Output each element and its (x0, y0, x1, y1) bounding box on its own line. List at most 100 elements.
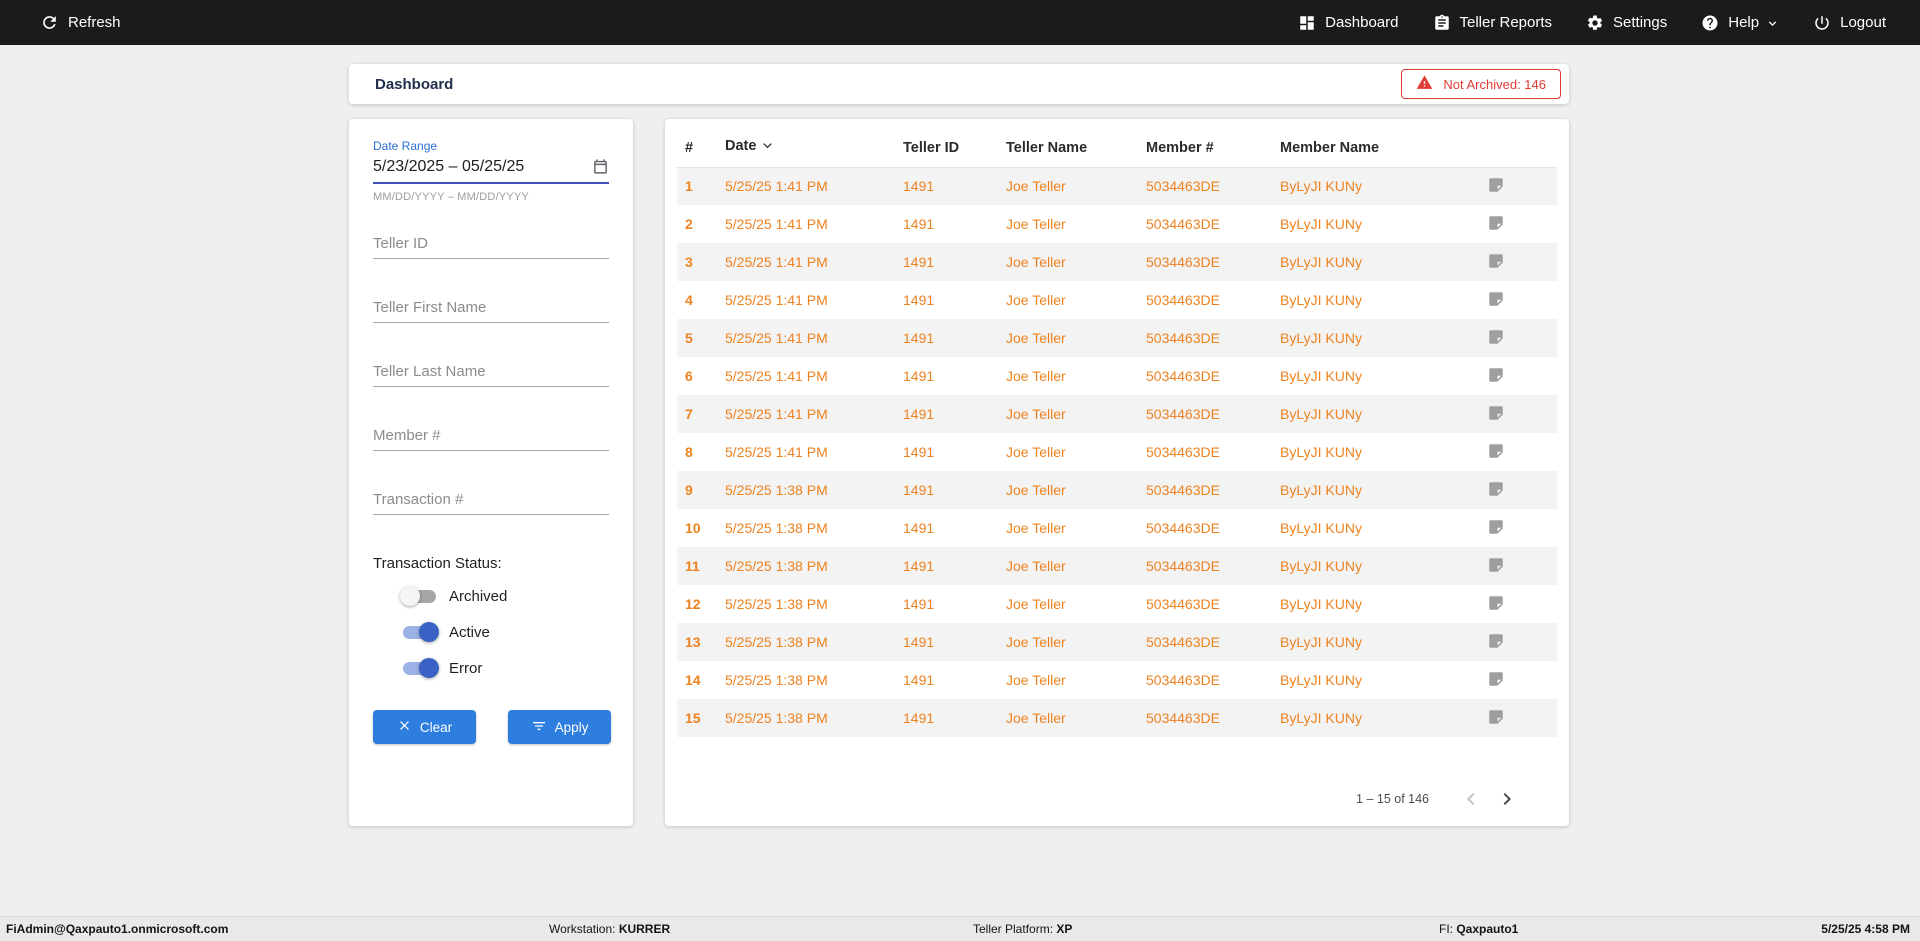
cell-member-num: 5034463DE (1146, 330, 1220, 346)
cell-member-name: ByLyJI KUNy (1280, 406, 1362, 422)
table-body: 1 5/25/25 1:41 PM 1491 Joe Teller 503446… (677, 167, 1557, 737)
column-header-num[interactable]: # (677, 129, 717, 168)
note-icon[interactable] (1487, 328, 1505, 349)
status-bar: FiAdmin@Qaxpauto1.onmicrosoft.com Workst… (0, 916, 1920, 941)
cell-date: 5/25/25 1:38 PM (725, 482, 828, 498)
nav-teller-reports-label: Teller Reports (1459, 14, 1553, 31)
active-toggle-switch[interactable] (403, 621, 439, 642)
calendar-icon[interactable] (592, 158, 609, 180)
table-row[interactable]: 1 5/25/25 1:41 PM 1491 Joe Teller 503446… (677, 167, 1557, 205)
column-header-teller-id[interactable]: Teller ID (895, 129, 998, 168)
table-row[interactable]: 9 5/25/25 1:38 PM 1491 Joe Teller 503446… (677, 471, 1557, 509)
table-row[interactable]: 13 5/25/25 1:38 PM 1491 Joe Teller 50344… (677, 623, 1557, 661)
nav-settings[interactable]: Settings (1586, 14, 1667, 32)
table-row[interactable]: 10 5/25/25 1:38 PM 1491 Joe Teller 50344… (677, 509, 1557, 547)
nav-help[interactable]: Help (1701, 14, 1779, 32)
note-icon[interactable] (1487, 404, 1505, 425)
teller-reports-icon (1433, 14, 1451, 32)
table-row[interactable]: 11 5/25/25 1:38 PM 1491 Joe Teller 50344… (677, 547, 1557, 585)
cell-note (1479, 509, 1557, 547)
cell-num: 10 (685, 520, 701, 536)
table-row[interactable]: 2 5/25/25 1:41 PM 1491 Joe Teller 503446… (677, 205, 1557, 243)
cell-note (1479, 433, 1557, 471)
cell-num: 1 (685, 178, 693, 195)
table-row[interactable]: 7 5/25/25 1:41 PM 1491 Joe Teller 503446… (677, 395, 1557, 433)
nav-dashboard[interactable]: Dashboard (1298, 14, 1399, 32)
refresh-button[interactable]: Refresh (40, 13, 121, 32)
cell-teller-id: 1491 (903, 444, 935, 460)
nav-logout-label: Logout (1840, 14, 1886, 31)
cell-teller-id: 1491 (903, 672, 935, 688)
top-navbar: Refresh Dashboard Teller Reports Setting… (0, 0, 1920, 45)
cell-teller-name: Joe Teller (1006, 406, 1066, 422)
column-header-date[interactable]: Date (717, 129, 895, 168)
cell-teller-name: Joe Teller (1006, 368, 1066, 384)
cell-note (1479, 281, 1557, 319)
table-row[interactable]: 12 5/25/25 1:38 PM 1491 Joe Teller 50344… (677, 585, 1557, 623)
refresh-icon (40, 13, 59, 32)
help-icon (1701, 14, 1719, 32)
error-toggle-switch[interactable] (403, 657, 439, 678)
pagination-range: 1 – 15 of 146 (1356, 792, 1429, 806)
transaction-number-input[interactable] (373, 485, 609, 515)
clear-button[interactable]: Clear (373, 710, 476, 744)
note-icon[interactable] (1487, 518, 1505, 539)
cell-note (1479, 357, 1557, 395)
filter-icon (531, 718, 547, 737)
toggle-error[interactable]: Error (403, 656, 609, 680)
cell-num: 9 (685, 482, 693, 498)
pagination: 1 – 15 of 146 (1356, 781, 1525, 817)
note-icon[interactable] (1487, 366, 1505, 387)
toggle-archived[interactable]: Archived (400, 584, 609, 608)
refresh-label: Refresh (68, 14, 121, 31)
note-icon[interactable] (1487, 176, 1505, 197)
note-icon[interactable] (1487, 480, 1505, 501)
table-row[interactable]: 8 5/25/25 1:41 PM 1491 Joe Teller 503446… (677, 433, 1557, 471)
cell-note (1479, 699, 1557, 737)
nav-logout[interactable]: Logout (1813, 14, 1886, 32)
cell-teller-name: Joe Teller (1006, 634, 1066, 650)
page-title: Dashboard (375, 75, 454, 93)
column-header-teller-name[interactable]: Teller Name (998, 129, 1138, 168)
note-icon[interactable] (1487, 556, 1505, 577)
archived-toggle-switch[interactable] (400, 585, 436, 606)
teller-first-name-input[interactable] (373, 293, 609, 323)
toggle-active[interactable]: Active (403, 620, 609, 644)
cell-note (1479, 471, 1557, 509)
not-archived-badge[interactable]: Not Archived: 146 (1401, 69, 1561, 99)
next-page-button[interactable] (1489, 781, 1525, 817)
table-row[interactable]: 4 5/25/25 1:41 PM 1491 Joe Teller 503446… (677, 281, 1557, 319)
cell-num: 3 (685, 254, 693, 270)
note-icon[interactable] (1487, 708, 1505, 729)
note-icon[interactable] (1487, 594, 1505, 615)
table-row[interactable]: 5 5/25/25 1:41 PM 1491 Joe Teller 503446… (677, 319, 1557, 357)
note-icon[interactable] (1487, 670, 1505, 691)
table-row[interactable]: 3 5/25/25 1:41 PM 1491 Joe Teller 503446… (677, 243, 1557, 281)
table-row[interactable]: 6 5/25/25 1:41 PM 1491 Joe Teller 503446… (677, 357, 1557, 395)
note-icon[interactable] (1487, 442, 1505, 463)
nav-teller-reports[interactable]: Teller Reports (1433, 14, 1553, 32)
member-number-input[interactable] (373, 421, 609, 451)
teller-id-input[interactable] (373, 229, 609, 259)
date-range-input[interactable] (373, 154, 609, 182)
cell-member-name: ByLyJI KUNy (1280, 444, 1362, 460)
results-table: # Date Teller ID Teller Name Member # Me… (677, 129, 1557, 737)
note-icon[interactable] (1487, 214, 1505, 235)
note-icon[interactable] (1487, 632, 1505, 653)
cell-member-name: ByLyJI KUNy (1280, 634, 1362, 650)
toggle-thumb (419, 657, 439, 678)
apply-button[interactable]: Apply (508, 710, 611, 744)
note-icon[interactable] (1487, 290, 1505, 311)
cell-teller-id: 1491 (903, 558, 935, 574)
note-icon[interactable] (1487, 252, 1505, 273)
table-row[interactable]: 14 5/25/25 1:38 PM 1491 Joe Teller 50344… (677, 661, 1557, 699)
column-header-member-name[interactable]: Member Name (1272, 129, 1479, 168)
clear-x-icon (397, 718, 412, 736)
table-row[interactable]: 15 5/25/25 1:38 PM 1491 Joe Teller 50344… (677, 699, 1557, 737)
column-header-member-num[interactable]: Member # (1138, 129, 1272, 168)
power-icon (1813, 14, 1831, 32)
prev-page-button[interactable] (1453, 781, 1489, 817)
teller-last-name-input[interactable] (373, 357, 609, 387)
navbar-left: Refresh (40, 13, 121, 32)
cell-note (1479, 395, 1557, 433)
